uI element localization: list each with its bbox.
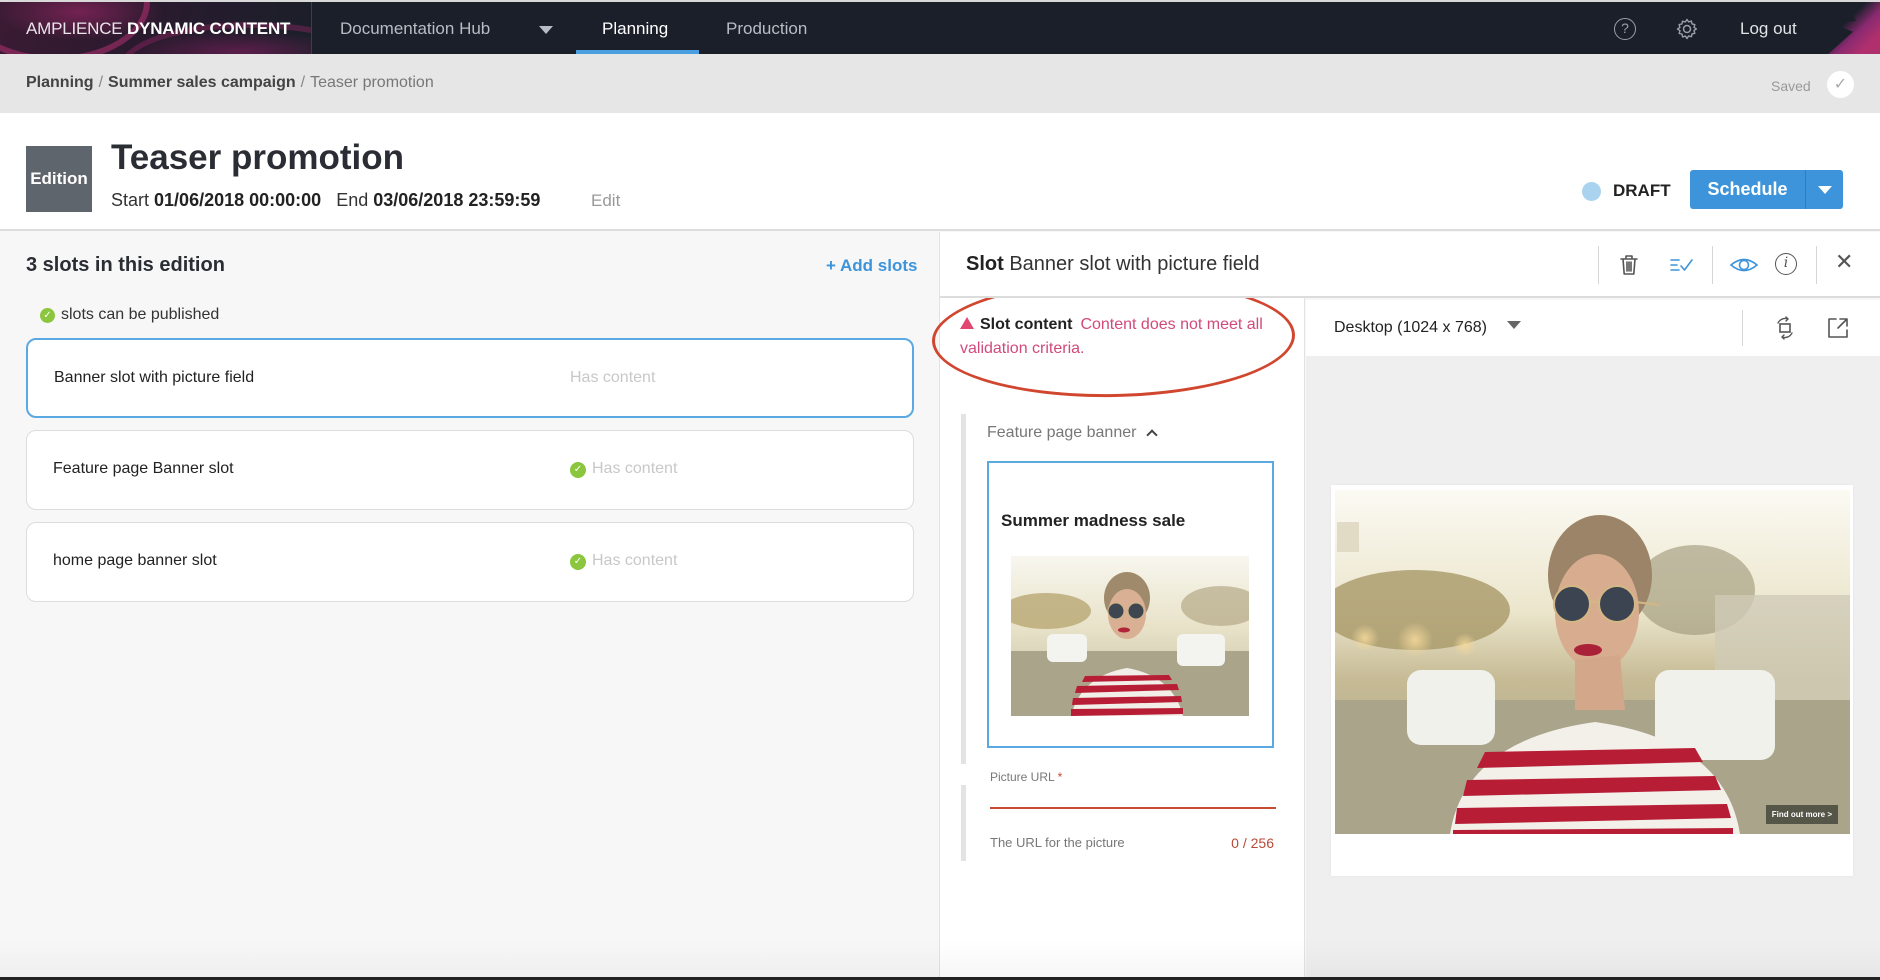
slot-status-text: Has content (592, 552, 678, 569)
brand-light: AMPLIENCE (26, 19, 123, 38)
rotate-device-icon[interactable] (1772, 315, 1798, 341)
required-marker: * (1057, 770, 1063, 784)
breadcrumb-planning[interactable]: Planning (26, 74, 94, 91)
device-select[interactable]: Desktop (1024 x 768) (1334, 319, 1521, 337)
save-status: Saved (1771, 78, 1811, 94)
close-icon[interactable]: ✕ (1835, 249, 1853, 275)
chevron-up-icon (1146, 429, 1159, 441)
banner-thumbnail-image (1011, 556, 1249, 716)
content-rail (961, 414, 966, 764)
check-circle-icon: ✓ (570, 554, 586, 570)
gear-icon[interactable] (1675, 17, 1699, 41)
preview-frame: Find out more > (1331, 485, 1853, 876)
preview-banner-image: Find out more > (1335, 490, 1850, 834)
publish-status-text: slots can be published (61, 306, 220, 323)
find-out-more-button[interactable]: Find out more > (1765, 805, 1838, 824)
breadcrumb-campaign[interactable]: Summer sales campaign (108, 74, 296, 91)
logout-link[interactable]: Log out (1740, 19, 1797, 39)
open-external-icon[interactable] (1825, 315, 1851, 341)
end-date: 03/06/2018 23:59:59 (373, 190, 541, 210)
publish-status: ✓ slots can be published (40, 306, 219, 324)
check-circle-icon: ✓ (570, 462, 586, 478)
breadcrumb-current: Teaser promotion (310, 74, 434, 91)
hub-dropdown-icon[interactable] (539, 26, 553, 34)
top-nav: AMPLIENCE DYNAMIC CONTENT Documentation … (0, 0, 1880, 54)
edition-header: Edition Teaser promotion Start 01/06/201… (0, 113, 1880, 231)
tab-production[interactable]: Production (726, 19, 807, 39)
slot-title-prefix: Slot (966, 253, 1004, 275)
breadcrumb: Planning / Summer sales campaign / Teaser pr… (26, 74, 434, 92)
chevron-down-icon (1506, 321, 1521, 329)
edit-dates-link[interactable]: Edit (591, 191, 620, 211)
content-item-card[interactable]: Summer madness sale (987, 461, 1274, 748)
schedule-options-button[interactable] (1806, 170, 1843, 209)
slot-name: Banner slot with picture field (54, 369, 255, 386)
slot-content-label: Slot content (980, 316, 1073, 333)
start-label: Start (111, 190, 150, 210)
chevron-down-icon (1818, 186, 1832, 194)
tab-planning[interactable]: Planning (602, 19, 668, 39)
slot-status: ✓ Has content (570, 552, 677, 570)
slot-content-panel: Slot content Content does not meet all va… (930, 232, 1305, 977)
validate-list-icon[interactable] (1668, 252, 1694, 278)
picture-url-help: The URL for the picture (990, 835, 1125, 850)
slots-panel: 3 slots in this edition + Add slots ✓ slo… (0, 232, 940, 977)
edition-dates: Start 01/06/2018 00:00:00 End 03/06/2018… (111, 190, 540, 211)
slot-card[interactable]: Feature page Banner slot ✓ Has content (26, 430, 914, 510)
end-label: End (336, 190, 369, 210)
photo-woman-sunglasses (1335, 490, 1850, 834)
status-badge: DRAFT (1613, 181, 1671, 200)
check-circle-icon: ✓ (40, 308, 55, 323)
picture-url-label: Picture URL * (990, 770, 1062, 784)
brand-name: AMPLIENCE DYNAMIC CONTENT (26, 19, 290, 39)
slot-name: home page banner slot (53, 552, 217, 569)
start-date: 01/06/2018 00:00:00 (154, 190, 322, 210)
trash-icon[interactable] (1616, 252, 1642, 278)
hub-selector[interactable]: Documentation Hub (340, 19, 490, 39)
slot-name: Feature page Banner slot (53, 460, 234, 477)
field-rail (961, 785, 966, 861)
app-logo[interactable]: AMPLIENCE DYNAMIC CONTENT (0, 2, 312, 54)
photo-woman-sunglasses (1011, 556, 1249, 716)
slots-heading: 3 slots in this edition (26, 254, 225, 276)
info-icon[interactable]: i (1775, 253, 1797, 275)
edition-badge: Edition (26, 146, 92, 212)
slot-card[interactable]: home page banner slot ✓ Has content (26, 522, 914, 602)
banner-heading: Summer madness sale (1001, 511, 1186, 530)
picture-url-input[interactable] (990, 787, 1276, 809)
validation-message: Slot content Content does not meet all va… (960, 313, 1300, 361)
add-slots-button[interactable]: + Add slots (826, 256, 917, 276)
toolbar-divider (1742, 310, 1743, 346)
slot-title: Slot Banner slot with picture field (966, 253, 1259, 276)
preview-panel: Desktop (1024 x 768) Find out more > (1306, 300, 1880, 977)
breadcrumb-separator: / (98, 74, 104, 91)
status-dot-icon (1582, 182, 1601, 201)
slot-header: Slot Banner slot with picture field i ✕ (940, 232, 1880, 298)
preview-overlay-tag (1337, 522, 1359, 552)
character-count: 0 / 256 (1231, 835, 1274, 851)
slot-status-text: Has content (592, 460, 678, 477)
field-label-text: Picture URL (990, 770, 1055, 784)
brand-bold: DYNAMIC CONTENT (126, 19, 291, 38)
schedule-button[interactable]: Schedule (1690, 170, 1806, 209)
breadcrumb-bar: Planning / Summer sales campaign / Teaser pr… (0, 54, 1880, 113)
slot-card[interactable]: Banner slot with picture field Has conte… (26, 338, 914, 418)
slot-status: Has content (570, 369, 656, 386)
toolbar-divider (1712, 246, 1713, 284)
brand-corner-decoration (1826, 2, 1880, 54)
toolbar-divider (1816, 246, 1817, 284)
content-type-toggle[interactable]: Feature page banner (987, 424, 1159, 442)
warning-icon (960, 317, 974, 329)
preview-toolbar: Desktop (1024 x 768) (1306, 300, 1880, 356)
eye-icon[interactable] (1729, 252, 1759, 278)
toolbar-divider (1598, 246, 1599, 284)
slot-status: ✓ Has content (570, 460, 677, 478)
device-select-value: Desktop (1024 x 768) (1334, 319, 1487, 336)
slot-title-name: Banner slot with picture field (1009, 253, 1260, 275)
edition-title: Teaser promotion (111, 138, 405, 177)
breadcrumb-separator: / (300, 74, 306, 91)
help-icon[interactable]: ? (1614, 18, 1636, 40)
content-type-label: Feature page banner (987, 424, 1137, 441)
saved-check-icon: ✓ (1827, 71, 1854, 98)
